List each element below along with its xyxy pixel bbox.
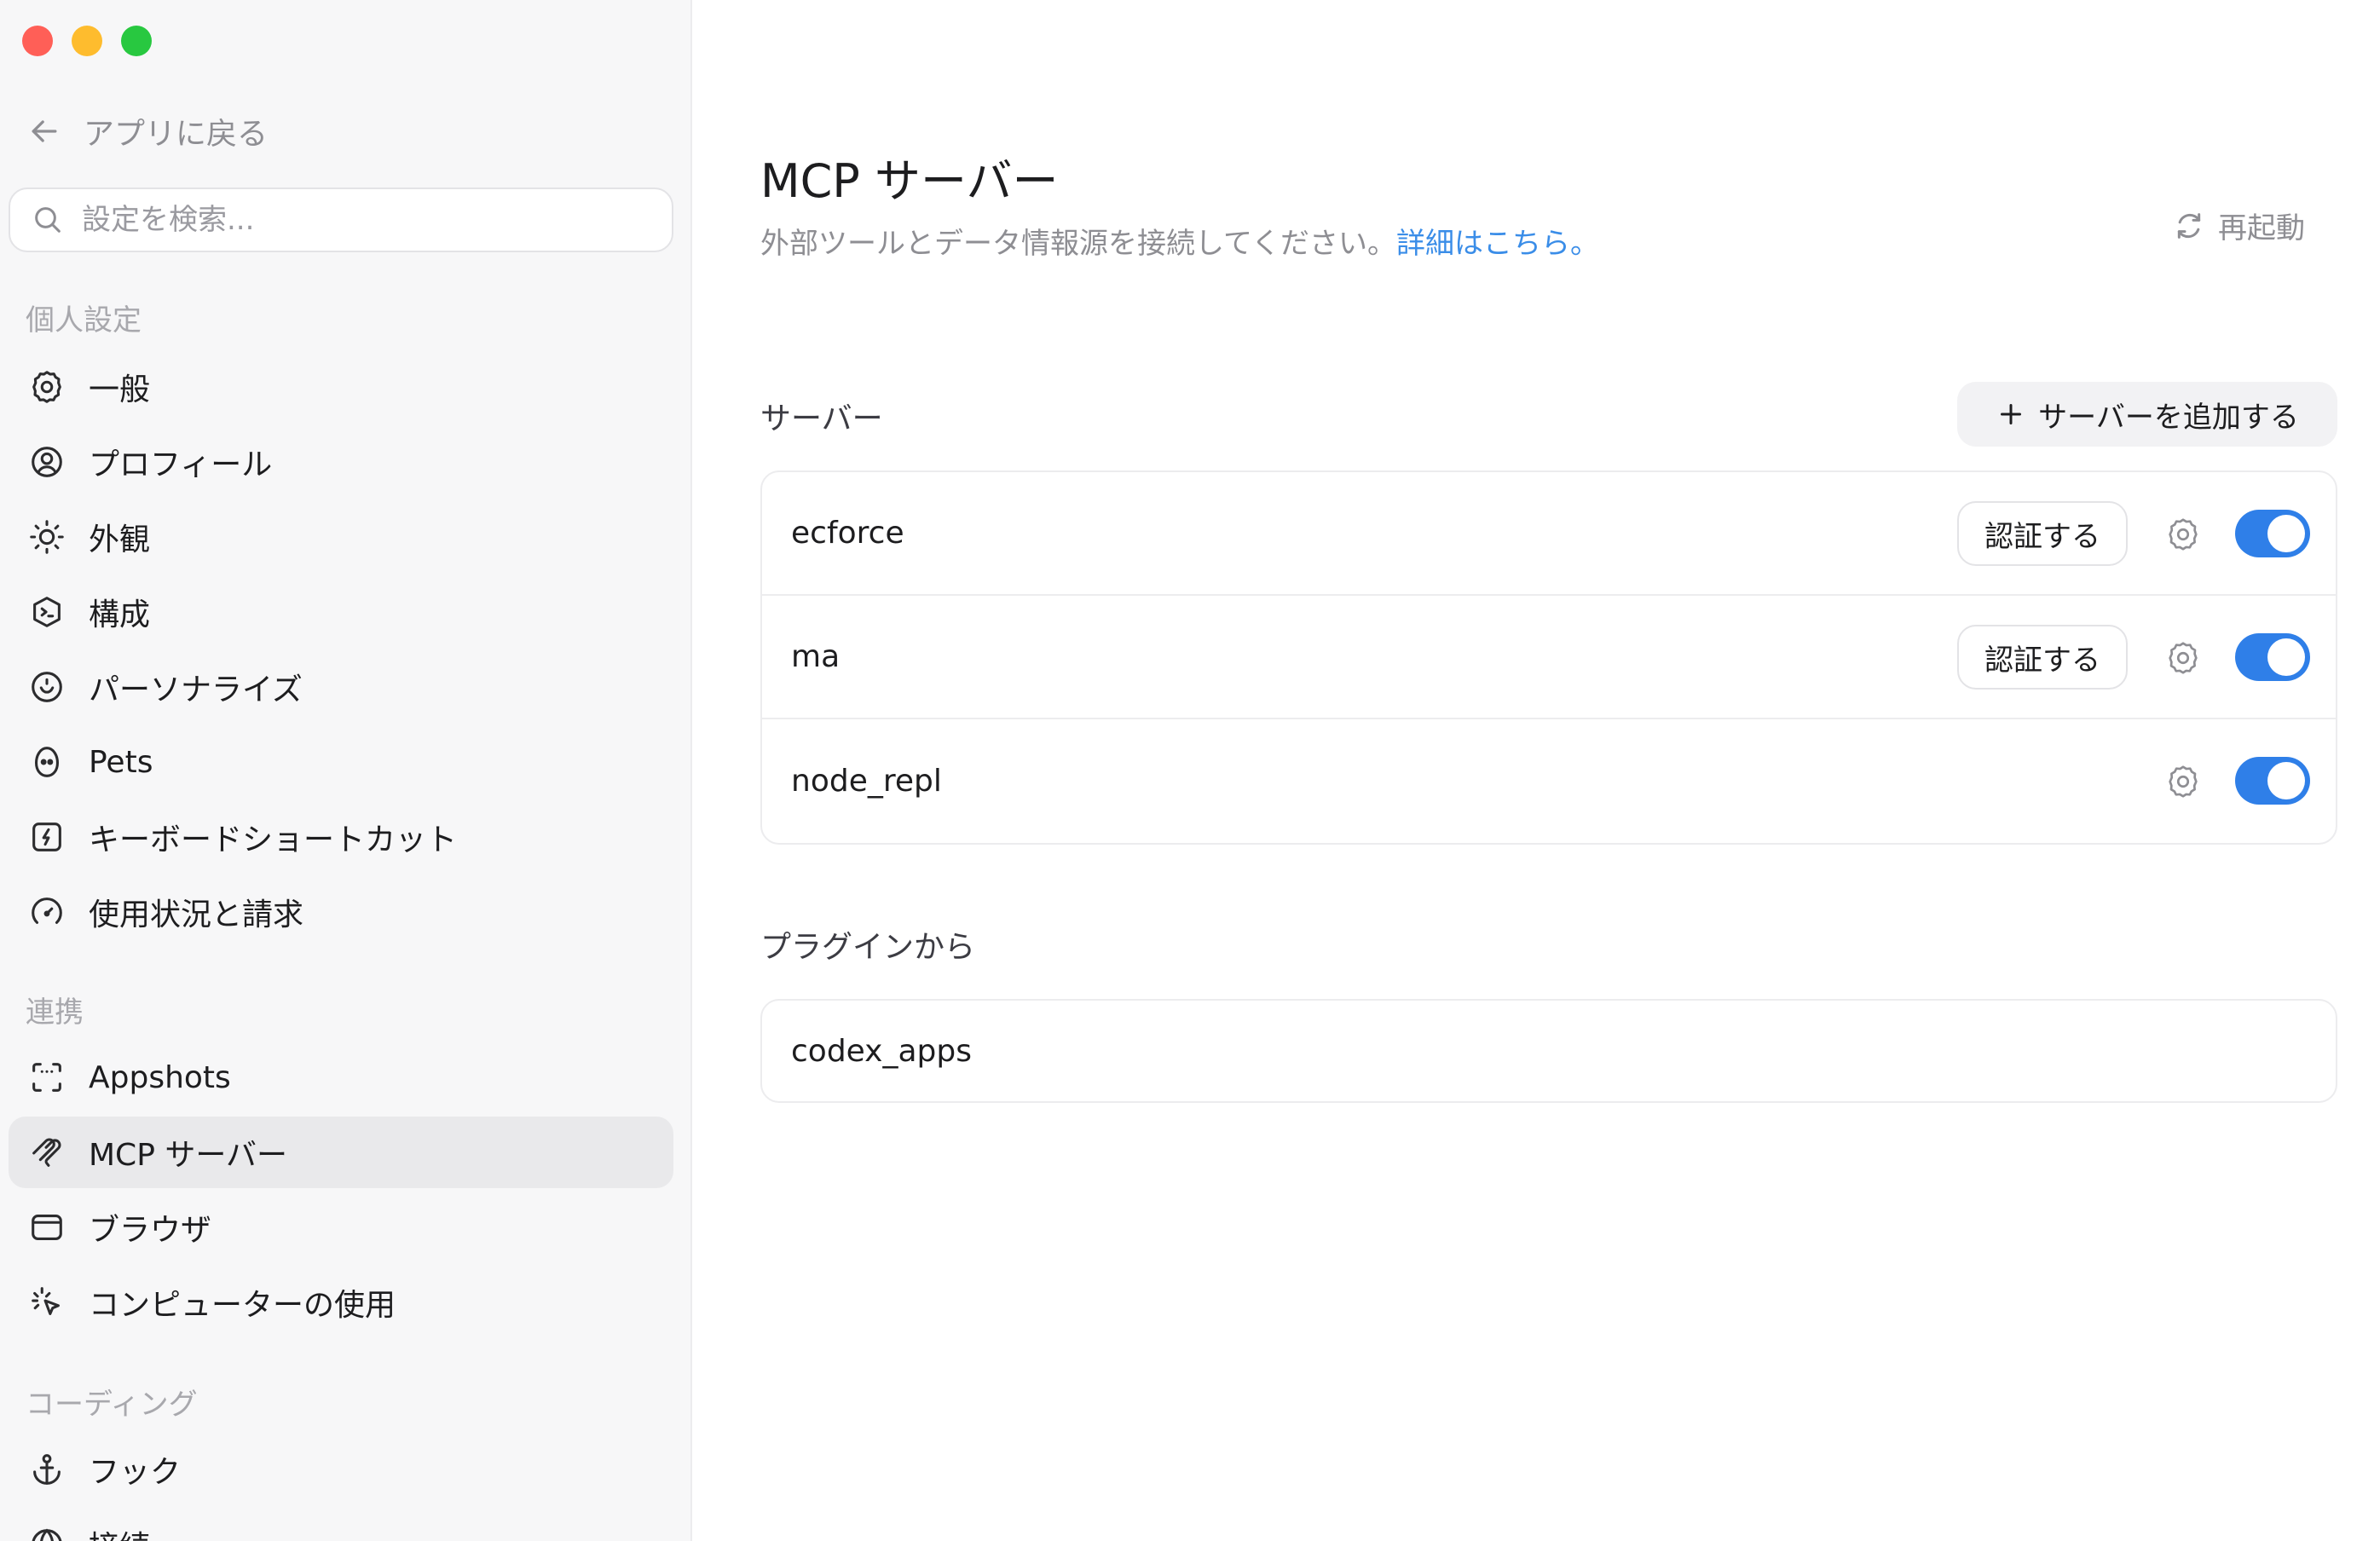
servers-heading: サーバー (760, 401, 883, 436)
globe-icon (32, 1528, 62, 1541)
restart-label: 再起動 (2218, 211, 2305, 245)
server-enabled-toggle[interactable] (2235, 757, 2310, 805)
settings-window: アプリに戻る 個人設定 一般 プロフィール 外観 構成 パーソナライズ (0, 0, 2380, 1541)
toggle-knob (2267, 515, 2305, 552)
sidebar-item-label: 構成 (89, 597, 151, 632)
sun-icon (30, 520, 64, 554)
server-row-node-repl: node_repl (762, 719, 2336, 843)
mcp-icon (32, 1138, 61, 1167)
sidebar-item-label: コンピューターの使用 (89, 1288, 396, 1323)
sidebar-item-label: 外観 (89, 522, 151, 557)
gear-icon (2169, 642, 2198, 674)
server-row-ecforce: ecforce 認証する (762, 472, 2336, 596)
sidebar-item-label: ブラウザ (89, 1213, 212, 1248)
toggle-knob (2267, 762, 2305, 799)
server-name: node_repl (791, 764, 942, 799)
sidebar-item-browser[interactable]: ブラウザ (9, 1192, 673, 1263)
settings-search[interactable] (9, 188, 673, 252)
sidebar-item-keyboard-shortcuts[interactable]: キーボードショートカット (9, 801, 673, 873)
config-icon (33, 597, 61, 627)
gear-icon (2169, 518, 2198, 551)
sidebar-item-computer-use[interactable]: コンピューターの使用 (9, 1267, 673, 1338)
personalize-icon (32, 672, 62, 702)
back-to-app-link[interactable]: アプリに戻る (26, 109, 268, 153)
server-name: ecforce (791, 516, 904, 551)
anchor-icon (33, 1454, 61, 1485)
sidebar-item-label: MCP サーバー (89, 1138, 287, 1173)
server-row-ma: ma 認証する (762, 596, 2336, 719)
arrow-left-icon (32, 120, 57, 142)
gear-icon (32, 371, 61, 403)
description-text: 外部ツールとデータ情報源を接続してください。 (760, 227, 1396, 261)
plugin-name: codex_apps (791, 1033, 973, 1069)
profile-icon (32, 447, 62, 477)
section-personal: 個人設定 (26, 303, 142, 338)
sidebar-item-label: Appshots (89, 1059, 231, 1095)
maximize-window-button[interactable] (121, 26, 152, 56)
server-enabled-toggle[interactable] (2235, 633, 2310, 681)
browser-icon (32, 1215, 62, 1240)
appshots-icon (32, 1063, 61, 1092)
sidebar-item-usage-billing[interactable]: 使用状況と請求 (9, 876, 673, 948)
sidebar-item-label: Pets (89, 744, 153, 780)
sidebar-item-label: 使用状況と請求 (89, 897, 304, 932)
sidebar-item-hooks[interactable]: フック (9, 1434, 673, 1505)
sidebar-item-pets[interactable]: Pets (9, 726, 673, 798)
search-input[interactable] (82, 203, 661, 237)
server-list: ecforce 認証する ma 認証する node_repl (760, 470, 2337, 845)
section-coding: コーディング (26, 1388, 198, 1422)
sidebar-item-label: プロフィール (89, 447, 273, 482)
cursor-click-icon (32, 1287, 60, 1315)
server-enabled-toggle[interactable] (2235, 510, 2310, 557)
search-icon (35, 207, 61, 233)
learn-more-link[interactable]: 詳細はこちら。 (1396, 220, 1599, 262)
page-description: 外部ツールとデータ情報源を接続してください。 詳細はこちら。 (760, 220, 1599, 262)
sidebar-item-label: 一般 (89, 372, 151, 407)
page-title: MCP サーバー (760, 154, 1059, 208)
plus-icon (2001, 404, 2022, 424)
sidebar-item-appshots[interactable]: Appshots (9, 1042, 673, 1113)
authenticate-button[interactable]: 認証する (1957, 501, 2128, 566)
sidebar-item-profile[interactable]: プロフィール (9, 426, 673, 498)
sidebar-item-connections[interactable]: 接続 (9, 1509, 673, 1541)
plugin-list: codex_apps (760, 999, 2337, 1103)
add-server-button[interactable]: サーバーを追加する (1957, 382, 2337, 447)
sidebar-item-configuration[interactable]: 構成 (9, 576, 673, 648)
minimize-window-button[interactable] (72, 26, 102, 56)
sidebar: アプリに戻る 個人設定 一般 プロフィール 外観 構成 パーソナライズ (0, 0, 692, 1541)
plugin-row-codex-apps[interactable]: codex_apps (762, 1001, 2336, 1101)
sidebar-item-label: パーソナライズ (89, 672, 303, 707)
add-server-label: サーバーを追加する (2038, 400, 2299, 435)
sidebar-item-personalize[interactable]: パーソナライズ (9, 651, 673, 723)
close-window-button[interactable] (22, 26, 53, 56)
keyboard-icon (32, 822, 61, 851)
back-label: アプリに戻る (84, 117, 269, 152)
restart-button[interactable]: 再起動 (2172, 205, 2305, 246)
sidebar-item-general[interactable]: 一般 (9, 351, 673, 423)
gear-icon (2169, 765, 2198, 798)
gauge-icon (32, 897, 62, 924)
server-settings-button[interactable] (2163, 515, 2203, 554)
plugins-heading: プラグインから (760, 930, 976, 965)
sidebar-item-label: 接続 (89, 1522, 150, 1541)
authenticate-button[interactable]: 認証する (1957, 625, 2128, 690)
window-controls (22, 26, 152, 56)
sidebar-item-appearance[interactable]: 外観 (9, 501, 673, 573)
server-settings-button[interactable] (2163, 762, 2203, 801)
pet-icon (35, 747, 59, 777)
toggle-knob (2267, 638, 2305, 676)
server-settings-button[interactable] (2163, 638, 2203, 678)
refresh-icon (2177, 212, 2201, 239)
sidebar-item-label: フック (89, 1455, 182, 1490)
section-integrations: 連携 (26, 996, 84, 1030)
sidebar-item-mcp-servers[interactable]: MCP サーバー (9, 1117, 673, 1188)
server-name: ma (791, 639, 841, 674)
sidebar-item-label: キーボードショートカット (89, 822, 458, 857)
